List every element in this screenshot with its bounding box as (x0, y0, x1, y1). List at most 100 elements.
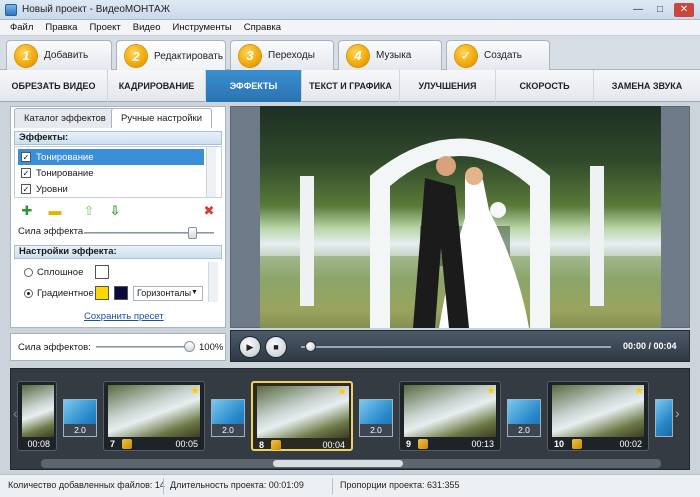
gradient-color-1[interactable] (95, 286, 109, 300)
seek-knob[interactable] (305, 341, 316, 352)
step-create[interactable]: ✓ Создать (446, 40, 550, 70)
transition[interactable]: 2.0 (63, 399, 97, 437)
checkbox[interactable]: ✓ (21, 168, 31, 178)
menu-file[interactable]: Файл (10, 22, 33, 33)
transition-duration: 2.0 (64, 424, 96, 436)
tab-manual-settings[interactable]: Ручные настройки (111, 108, 213, 128)
step-label: Редактировать (154, 50, 224, 62)
effect-strength-knob[interactable] (188, 227, 197, 239)
clip-number: 8 (259, 440, 265, 450)
pencil-icon[interactable] (572, 439, 582, 449)
minimize-button[interactable]: — (628, 3, 648, 17)
play-button[interactable]: ▶ (239, 336, 261, 358)
effect-name: Тонирование (36, 151, 94, 163)
clip[interactable]: 00:08 (17, 381, 57, 451)
effects-strength-slider[interactable] (96, 346, 192, 348)
list-item[interactable]: ✓ Уровни (18, 181, 204, 197)
scroll-right-icon[interactable]: › (675, 405, 680, 421)
effects-header: Эффекты: (14, 131, 222, 145)
transition-duration: 2.0 (212, 424, 244, 436)
step-add[interactable]: 1 Добавить (6, 40, 112, 70)
step-edit[interactable]: 2 Редактировать (116, 40, 226, 71)
menu-bar: Файл Правка Проект Видео Инструменты Спр… (0, 20, 700, 36)
window-title: Новый проект - ВидеоМОНТАЖ (22, 4, 170, 15)
edit-tabs: ОБРЕЗАТЬ ВИДЕО КАДРИРОВАНИЕ ЭФФЕКТЫ ТЕКС… (0, 70, 700, 102)
gradient-radio[interactable] (24, 289, 33, 298)
checkbox[interactable]: ✓ (21, 184, 31, 194)
timeline: ‹ › 00:08 2.0 ★ 7 00:05 2.0 ★ 8 00:04 2.… (10, 368, 690, 470)
transition[interactable]: 2.0 (211, 399, 245, 437)
gradient-color-2[interactable] (114, 286, 128, 300)
time-display: 00:00 / 00:04 (623, 341, 677, 351)
add-effect-button[interactable]: ✚ (20, 204, 34, 218)
transition-duration: 2.0 (508, 424, 540, 436)
tab-replace-sound[interactable]: ЗАМЕНА ЗВУКА (594, 70, 700, 102)
list-item[interactable]: ✓ Тонирование (18, 149, 204, 165)
star-icon: ★ (634, 385, 644, 397)
settings-scrollbar[interactable] (208, 262, 218, 302)
delete-effect-button[interactable]: ✖ (202, 204, 216, 218)
transition[interactable]: 2.0 (507, 399, 541, 437)
title-bar: Новый проект - ВидеоМОНТАЖ — □ ✕ (0, 0, 700, 20)
menu-video[interactable]: Видео (133, 22, 161, 33)
effect-settings-header: Настройки эффекта: (14, 245, 222, 259)
move-down-button[interactable]: ⇩ (108, 204, 122, 218)
timeline-scroll-thumb[interactable] (273, 460, 403, 467)
menu-project[interactable]: Проект (89, 22, 120, 33)
pencil-icon[interactable] (271, 440, 281, 450)
solid-radio[interactable] (24, 268, 33, 277)
save-preset-link[interactable]: Сохранить пресет (84, 311, 164, 322)
step-music[interactable]: 4 Музыка (338, 40, 442, 70)
clip[interactable]: ★ 7 00:05 (103, 381, 205, 451)
player-controls: ▶ ■ 00:00 / 00:04 (230, 330, 690, 362)
gradient-label: Градиентное (37, 288, 94, 299)
tab-speed[interactable]: СКОРОСТЬ (496, 70, 594, 102)
menu-tools[interactable]: Инструменты (173, 22, 232, 33)
list-item[interactable]: ✓ Тонирование (18, 165, 204, 181)
solid-color-swatch[interactable] (95, 265, 109, 279)
files-count: Количество добавленных файлов: 14 (8, 480, 165, 490)
clip-thumbnail (22, 385, 54, 437)
wedding-image (260, 138, 661, 328)
stop-button[interactable]: ■ (265, 336, 287, 358)
step-number-icon: 2 (125, 45, 147, 67)
menu-edit[interactable]: Правка (45, 22, 77, 33)
move-up-button[interactable]: ⇧ (82, 204, 96, 218)
project-duration: Длительность проекта: 00:01:09 (170, 480, 304, 490)
clip[interactable]: ★ 10 00:02 (547, 381, 649, 451)
clip-thumbnail (108, 385, 200, 437)
effects-strength-label: Сила эффектов: (18, 342, 91, 353)
effect-name: Тонирование (36, 167, 94, 179)
maximize-button[interactable]: □ (650, 3, 670, 17)
remove-effect-button[interactable]: ▬ (48, 204, 62, 218)
checkbox[interactable]: ✓ (21, 152, 31, 162)
timeline-scrollbar[interactable] (41, 459, 661, 468)
seek-bar[interactable] (301, 346, 611, 348)
effects-strength-value: 100% (199, 342, 224, 353)
tab-crop[interactable]: КАДРИРОВАНИЕ (108, 70, 206, 102)
pencil-icon[interactable] (418, 439, 428, 449)
pencil-icon[interactable] (122, 439, 132, 449)
star-icon: ★ (486, 385, 496, 397)
clip-thumbnail (552, 385, 644, 437)
tab-text-graphics[interactable]: ТЕКСТ И ГРАФИКА (302, 70, 400, 102)
clip-selected[interactable]: ★ 8 00:04 (251, 381, 353, 451)
step-number-icon: 4 (347, 44, 369, 67)
clip[interactable]: ★ 9 00:13 (399, 381, 501, 451)
tab-improvements[interactable]: УЛУЧШЕНИЯ (400, 70, 496, 102)
clip-duration: 00:13 (471, 439, 494, 449)
transition[interactable] (655, 399, 673, 437)
step-label: Переходы (268, 50, 315, 61)
step-transitions[interactable]: 3 Переходы (230, 40, 334, 70)
transition[interactable]: 2.0 (359, 399, 393, 437)
effects-strength-knob[interactable] (184, 341, 195, 352)
step-label: Создать (484, 50, 523, 61)
tab-effects[interactable]: ЭФФЕКТЫ (206, 70, 302, 102)
close-button[interactable]: ✕ (674, 3, 694, 17)
tab-trim-video[interactable]: ОБРЕЗАТЬ ВИДЕО (0, 70, 108, 102)
project-ratio: Пропорции проекта: 631:355 (340, 480, 460, 490)
tab-effects-catalog[interactable]: Каталог эффектов (14, 108, 116, 128)
menu-help[interactable]: Справка (244, 22, 281, 33)
effect-name: Уровни (36, 183, 68, 195)
effects-scrollbar[interactable] (206, 147, 216, 197)
